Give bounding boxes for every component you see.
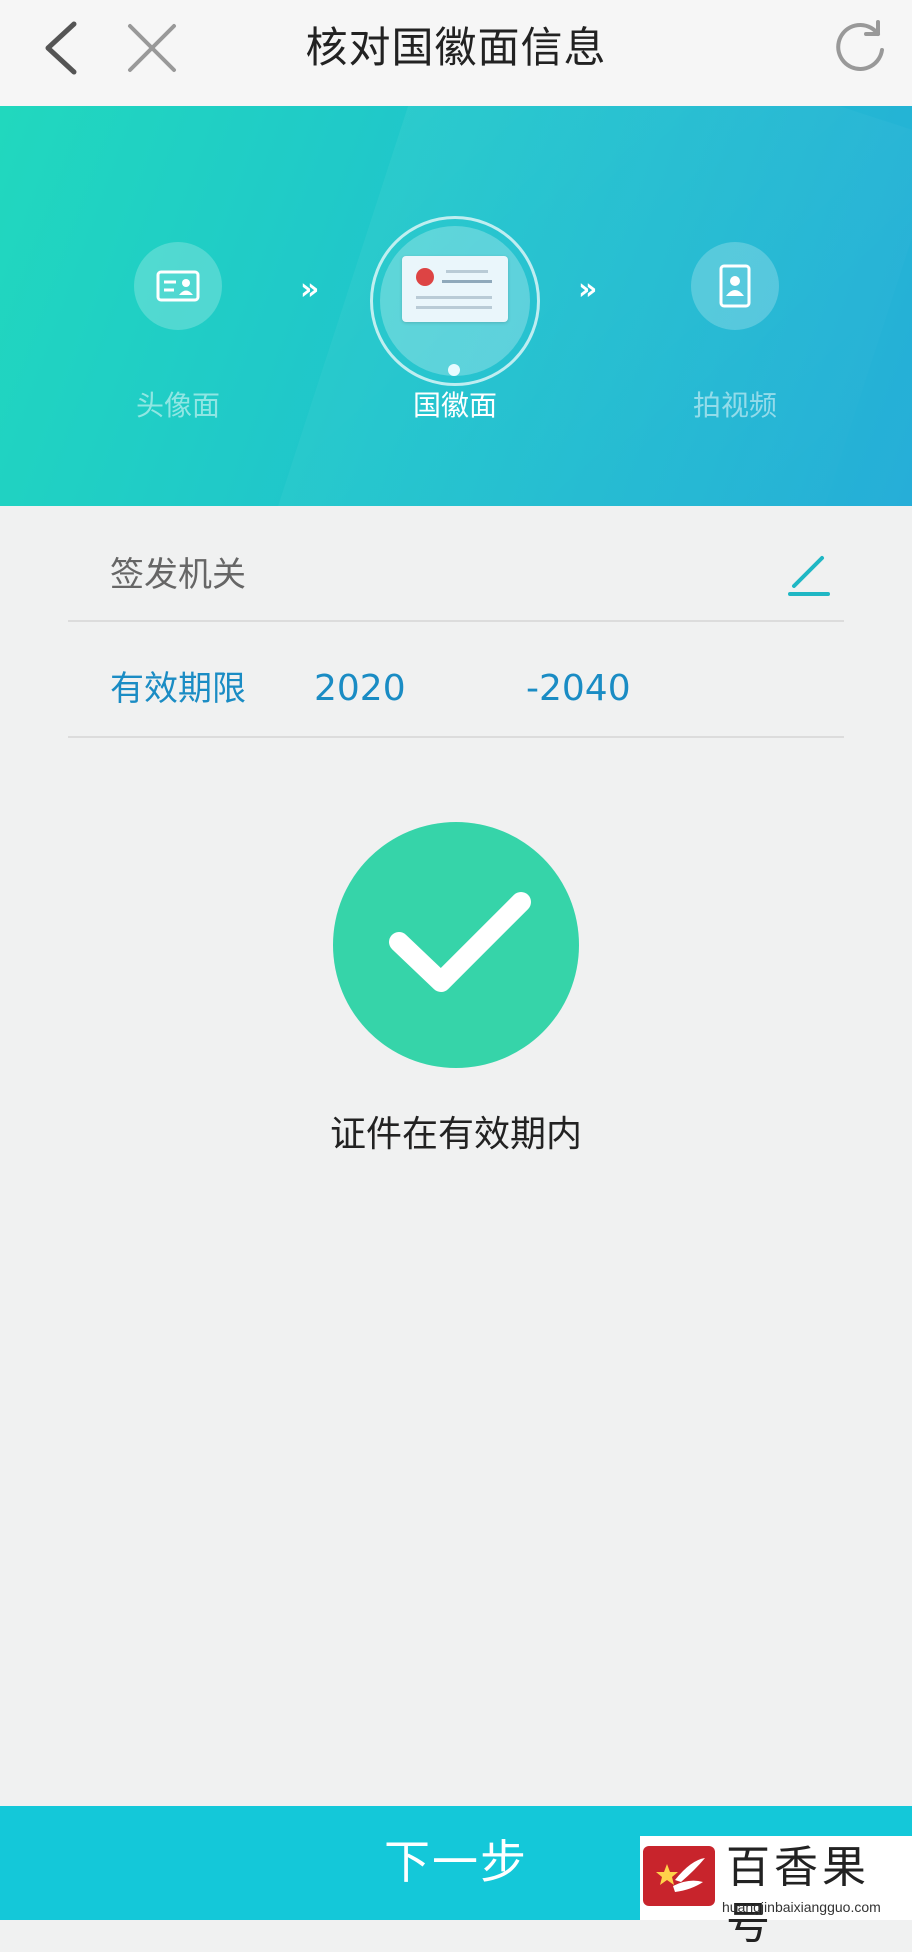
emblem-icon — [416, 268, 434, 286]
step-video-circle — [691, 242, 779, 330]
card-line — [416, 306, 492, 309]
step-indicator-banner: » » 头像面 国徽面 拍视频 — [0, 106, 912, 506]
card-line — [416, 296, 492, 299]
step-label-emblem: 国徽面 — [412, 389, 497, 422]
watermark-logo-icon — [643, 1846, 715, 1906]
top-bar: 核对国徽面信息 — [0, 0, 912, 106]
page-title: 核对国徽面信息 — [305, 23, 607, 72]
validity-end: -2040 — [526, 668, 631, 709]
watermark-title: 百香果号 — [726, 1842, 870, 1949]
id-card-emblem-icon — [402, 256, 508, 322]
step-progress-dot — [448, 364, 460, 376]
video-portrait-icon — [719, 264, 751, 308]
checkmark-icon — [389, 892, 531, 992]
star-bird-icon — [656, 1858, 705, 1892]
validity-start: 2020 — [314, 668, 406, 709]
step-arrow-1: » — [300, 272, 320, 307]
portrait-card-icon — [156, 270, 200, 302]
watermark-url: huangjinbaixiangguo.com — [722, 1899, 881, 1915]
step-label-video: 拍视频 — [692, 389, 777, 422]
success-check-circle — [333, 822, 579, 1068]
validity-status-text: 证件在有效期内 — [329, 1114, 582, 1155]
card-line — [446, 270, 488, 273]
authority-label: 签发机关 — [110, 555, 246, 595]
watermark: 百香果号 huangjinbaixiangguo.com — [640, 1836, 912, 1949]
edit-icon[interactable] — [784, 550, 834, 600]
step-arrow-2: » — [578, 272, 598, 307]
validity-row: 有效期限 2020 -2040 — [68, 622, 844, 738]
validity-label: 有效期限 — [110, 669, 246, 709]
authority-row[interactable]: 签发机关 — [68, 506, 844, 622]
card-line — [442, 280, 492, 283]
step-front-circle — [134, 242, 222, 330]
step-label-front: 头像面 — [135, 389, 220, 422]
refresh-icon[interactable] — [830, 16, 890, 76]
